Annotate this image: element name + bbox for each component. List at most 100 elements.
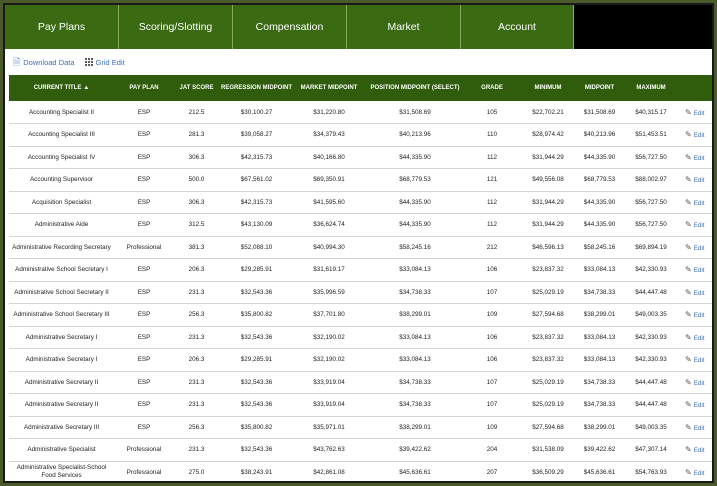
- grid-icon: [84, 58, 93, 66]
- table-cell: $33,084.13: [583, 333, 616, 341]
- table-row: Administrative Secretary III ESP 256.3 $35,…: [9, 416, 712, 439]
- column-header[interactable]: REGRESSION MIDPOINT: [219, 75, 294, 101]
- table-cell: $27,594.68: [532, 423, 564, 431]
- table-cell: 306.3: [188, 198, 205, 206]
- table-cell: $35,800.82: [240, 311, 273, 319]
- edit-link[interactable]: ✎ Edit: [681, 146, 712, 169]
- table-cell: $34,379.43: [313, 131, 345, 139]
- table-cell: $40,213.96: [399, 131, 431, 139]
- table-header-row: CURRENT TITLE ▲ PAY PLAN JAT SCORE REGRESSIO…: [9, 75, 712, 101]
- column-header-label: MAXIMUM: [636, 85, 666, 91]
- column-header[interactable]: CURRENT TITLE ▲: [9, 75, 114, 101]
- column-header[interactable]: MARKET MIDPOINT: [294, 75, 364, 101]
- table-cell: $31,944.29: [532, 221, 564, 229]
- table-cell: $33,919.04: [313, 401, 345, 409]
- cell-title: Administrative Secretary I: [25, 333, 98, 341]
- table-cell: $29,285.91: [240, 356, 273, 364]
- table-cell: $44,447.48: [635, 401, 667, 409]
- table-cell: $43,762.63: [313, 446, 345, 454]
- edit-link[interactable]: ✎ Edit: [681, 439, 712, 462]
- pencil-icon: ✎: [685, 400, 692, 410]
- table-cell: $68,779.53: [399, 176, 431, 184]
- table-cell: $38,299.01: [399, 423, 431, 431]
- column-header-label: GRADE: [481, 85, 503, 91]
- table-cell: $42,330.93: [635, 266, 667, 274]
- table-cell: $44,335.90: [399, 153, 431, 161]
- table-cell: ESP: [137, 221, 151, 229]
- sort-ascending-icon: ▲: [83, 85, 90, 91]
- pencil-icon: ✎: [685, 332, 692, 342]
- column-header[interactable]: POSITION MIDPOINT (SELECT): [364, 75, 466, 101]
- table-cell: $44,447.48: [635, 288, 667, 296]
- column-header[interactable]: JAT SCORE: [174, 75, 219, 101]
- table-cell: $32,543.36: [240, 288, 273, 296]
- grid-edit-button[interactable]: Grid Edit: [84, 57, 125, 67]
- table-row: Administrative Recording Secretary Profes…: [9, 236, 712, 259]
- column-header[interactable]: MINIMUM: [518, 75, 578, 101]
- table-cell: $42,861.08: [313, 468, 345, 476]
- edit-link[interactable]: ✎ Edit: [681, 169, 712, 192]
- app-frame: Pay Plans Scoring/Slotting Compensation …: [3, 3, 714, 483]
- edit-label: Edit: [693, 447, 705, 455]
- table-row: Acquisition Specialist ESP 306.3 $42,315.73…: [9, 191, 712, 214]
- table-cell: $29,285.91: [240, 266, 273, 274]
- edit-label: Edit: [693, 469, 705, 477]
- edit-link[interactable]: ✎ Edit: [681, 191, 712, 214]
- edit-link[interactable]: ✎ Edit: [681, 349, 712, 372]
- column-header[interactable]: GRADE: [466, 75, 518, 101]
- edit-link[interactable]: ✎ Edit: [681, 236, 712, 259]
- cell-title: Acquisition Specialist: [31, 198, 92, 206]
- edit-link[interactable]: ✎ Edit: [681, 371, 712, 394]
- tab-market[interactable]: Market: [347, 5, 461, 49]
- table-cell: $31,220.80: [313, 108, 345, 116]
- table-cell: 106: [486, 266, 498, 274]
- pencil-icon: ✎: [685, 130, 692, 140]
- table-cell: $33,084.13: [583, 266, 616, 274]
- table-row: Administrative Aide ESP 312.5 $43,130.09 $36…: [9, 214, 712, 237]
- pencil-icon: ✎: [685, 467, 692, 477]
- table-cell: $40,166.80: [313, 153, 345, 161]
- edit-link[interactable]: ✎ Edit: [681, 416, 712, 439]
- pencil-icon: ✎: [685, 152, 692, 162]
- table-cell: $33,084.13: [399, 333, 431, 341]
- top-nav: Pay Plans Scoring/Slotting Compensation …: [5, 5, 712, 49]
- table-row: Accounting Supervisor ESP 500.0 $67,561.02 $…: [9, 169, 712, 192]
- table-cell: ESP: [137, 356, 151, 364]
- edit-link[interactable]: ✎ Edit: [681, 394, 712, 417]
- grid-edit-label: Grid Edit: [95, 57, 125, 67]
- download-data-button[interactable]: 🗎 Download Data: [13, 57, 75, 67]
- table-cell: $34,738.33: [399, 288, 431, 296]
- table-cell: 207: [486, 468, 498, 476]
- table-cell: $43,130.09: [240, 221, 273, 229]
- column-header[interactable]: PAY PLAN: [114, 75, 174, 101]
- tab-scoring-slotting[interactable]: Scoring/Slotting: [119, 5, 233, 49]
- cell-title: Administrative Secretary II: [24, 378, 99, 386]
- tab-pay-plans[interactable]: Pay Plans: [5, 5, 119, 49]
- table-cell: $34,738.33: [399, 401, 431, 409]
- edit-link[interactable]: ✎ Edit: [681, 304, 712, 327]
- table-cell: 275.0: [188, 468, 205, 476]
- edit-link[interactable]: ✎ Edit: [681, 101, 712, 124]
- edit-link[interactable]: ✎ Edit: [681, 259, 712, 282]
- table-cell: 107: [486, 378, 498, 386]
- table-body: Accounting Specialist II ESP 212.5 $30,100.…: [9, 101, 712, 481]
- tab-compensation[interactable]: Compensation: [233, 5, 347, 49]
- edit-label: Edit: [693, 267, 705, 275]
- column-header[interactable]: MIDPOINT: [578, 75, 621, 101]
- table-cell: $35,971.01: [313, 423, 345, 431]
- tab-account[interactable]: Account: [461, 5, 574, 49]
- cell-title: Administrative Specialist: [27, 446, 96, 454]
- edit-link[interactable]: ✎ Edit: [681, 281, 712, 304]
- edit-link[interactable]: ✎ Edit: [681, 124, 712, 147]
- column-header[interactable]: MAXIMUM: [621, 75, 681, 101]
- table-row: Administrative Secretary II ESP 231.3 $32,5…: [9, 394, 712, 417]
- table-cell: $68,779.53: [583, 176, 616, 184]
- edit-link[interactable]: ✎ Edit: [681, 461, 712, 481]
- edit-link[interactable]: ✎ Edit: [681, 214, 712, 237]
- edit-link[interactable]: ✎ Edit: [681, 326, 712, 349]
- cell-title: Administrative Aide: [34, 221, 89, 229]
- table-cell: 231.3: [188, 333, 205, 341]
- cell-title: Administrative School Secretary III: [13, 311, 110, 319]
- table-cell: $56,727.50: [635, 198, 667, 206]
- table-cell: $31,508.69: [583, 108, 616, 116]
